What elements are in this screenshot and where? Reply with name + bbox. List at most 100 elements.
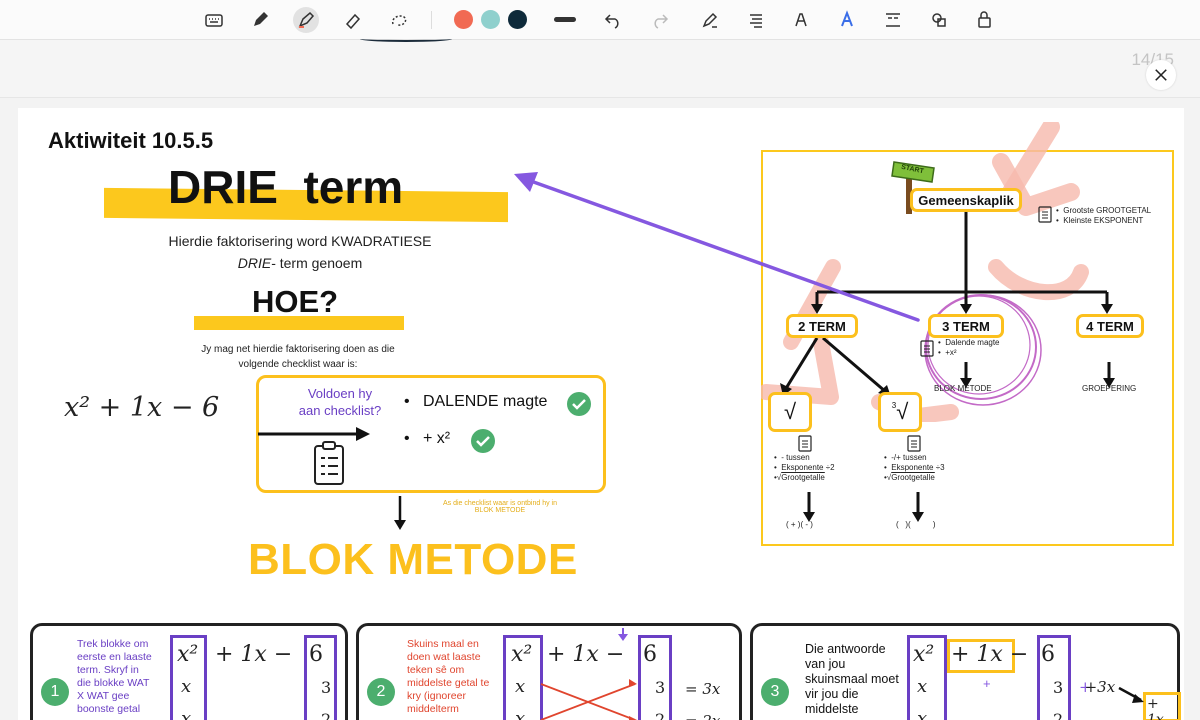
clipboard-icon [920, 340, 934, 357]
math-x: x [917, 676, 928, 697]
check-item-2: • + x² [404, 430, 451, 447]
three-term-note-2-text: +x² [945, 348, 957, 357]
checklist-intro: Jy mag net hierdie faktorisering doen as… [168, 342, 428, 372]
lock-icon[interactable] [972, 7, 998, 33]
note-line-1: As die checklist waar is ontbind hy in [443, 500, 557, 507]
color-swatch-navy[interactable] [508, 10, 527, 29]
check-item-1-text: DALENDE magte [422, 393, 548, 410]
math-plus-3x-text: +3x [1084, 678, 1116, 696]
math-x: x [515, 676, 526, 697]
clipboard-icon [907, 435, 921, 452]
intro-text: Hierdie faktorisering word KWADRATIESE D… [118, 230, 482, 274]
intro-emphasis: DRIE [237, 255, 272, 271]
math-x2: x² [913, 642, 935, 667]
math-2: 2 [655, 710, 666, 720]
three-term-result: BLOK METODE [934, 384, 992, 393]
intro-line-1: Hierdie faktorisering word KWADRATIESE [168, 233, 432, 249]
sqrt-cube-note-1-text: -/+ tussen [891, 453, 927, 462]
math-eq-3x: = 3x [685, 680, 721, 698]
math-x2: x² [511, 642, 533, 667]
math-middle: + 1x − [215, 642, 293, 667]
sqrt-cube-note-3: •√Grootgetalle [884, 473, 935, 482]
sqrt-square-note-3-text: Grootgetalle [781, 473, 825, 482]
color-swatch-coral[interactable] [454, 10, 473, 29]
pen-icon[interactable] [247, 7, 273, 33]
lasso-icon[interactable] [386, 7, 412, 33]
math-3: 3 [1053, 678, 1064, 697]
sqrt-square-result: ( + )( - ) [786, 520, 813, 529]
ink-stroke [360, 36, 452, 42]
redo-icon[interactable] [647, 7, 673, 33]
math-x: x [917, 708, 928, 720]
math-plus-3x: ++3x [1079, 678, 1116, 696]
math-x: x [515, 708, 526, 720]
sqrt-cube-result: ( )( ) [896, 520, 936, 529]
math-middle: + 1x − [951, 642, 1029, 667]
text-align-icon[interactable] [743, 7, 769, 33]
eraser-icon[interactable] [339, 7, 365, 33]
worksheet-page: Aktiwiteit 10.5.5 DRIE term Hierdie fakt… [18, 108, 1184, 720]
cross-multiply-arrows [540, 679, 637, 720]
three-term-note-1: • Dalende magte [938, 338, 1000, 347]
sqrt-square-note-1: • - tussen [774, 453, 810, 462]
sqrt-cube-note-1: • -/+ tussen [884, 453, 927, 462]
node-4-term: 4 TERM [1076, 314, 1144, 338]
close-button[interactable] [1146, 60, 1176, 90]
checklist-intro-line-2: volgende checklist waar is: [238, 359, 358, 370]
math-middle: + 1x − [547, 642, 625, 667]
check-item-1: • DALENDE magte [404, 393, 548, 410]
sqrt-square-note-1-text: - tussen [781, 453, 810, 462]
highlighter-icon[interactable] [293, 7, 319, 33]
arrow-icon [1118, 686, 1144, 703]
font-icon[interactable] [834, 7, 860, 33]
shapes-icon[interactable] [926, 7, 952, 33]
three-term-notes: • Dalende magte • +x² [938, 338, 1000, 358]
clipboard-icon [798, 435, 812, 452]
keyboard-icon[interactable] [201, 7, 227, 33]
step-text-3: Die antwoorde van jou skuinsmaal moet vi… [805, 642, 899, 716]
sqrt-cube-note-2: • Eksponente ÷3 [884, 463, 945, 472]
step-number-3: 3 [761, 678, 789, 706]
three-term-note-1-text: Dalende magte [945, 338, 1000, 347]
step-number-2: 2 [367, 678, 395, 706]
checklist-note: As die checklist waar is ontbind hy in B… [410, 500, 590, 514]
annotation-arrow [514, 172, 920, 322]
stroke-width-icon[interactable] [554, 17, 576, 22]
checklist-question: Voldoen hy aan checklist? [280, 385, 400, 419]
intro-line-2: DRIE- term genoem [118, 252, 482, 274]
step-card-2: 2 Skuins maal en doen wat laaste teken s… [356, 623, 742, 720]
sqrt-box-square: √ [768, 392, 812, 432]
sqrt-square-notes: • - tussen • Eksponente ÷2 •√Grootgetall… [774, 453, 835, 483]
activity-title: Aktiwiteit 10.5.5 [48, 128, 214, 153]
math-x: x [181, 708, 192, 720]
close-icon [1155, 69, 1167, 81]
text-format-icon[interactable] [880, 7, 906, 33]
intro-rest: - term genoem [271, 255, 363, 271]
blok-metode-title: BLOK METODE [248, 535, 578, 584]
math-3: 3 [321, 678, 332, 697]
expression: x² + 1x − 6 [64, 392, 220, 423]
hoe-heading: HOE? [252, 284, 339, 319]
arrow-down-icon [394, 496, 406, 530]
toolbar-divider [431, 11, 432, 29]
math-6: 6 [309, 642, 323, 667]
math-3: 3 [655, 678, 666, 697]
math-plus-1x: + 1x [1147, 696, 1164, 720]
page-header-strip [0, 40, 1200, 98]
math-x: x [181, 676, 192, 697]
checklist-question-line-1: Voldoen hy [307, 386, 373, 401]
checklist-question-line-2: aan checklist? [298, 403, 382, 418]
main-heading: DRIE term [168, 161, 404, 213]
check-icon [567, 392, 591, 416]
node-3-term: 3 TERM [928, 314, 1004, 338]
text-style-icon[interactable] [788, 7, 814, 33]
step-card-1: 1 Trek blokke om eerste en laaste term. … [30, 623, 348, 720]
undo-icon[interactable] [600, 7, 626, 33]
pen-settings-icon[interactable] [697, 7, 723, 33]
math-6: 6 [1041, 642, 1055, 667]
sqrt-box-cube: 3 √ [878, 392, 922, 432]
color-swatch-teal[interactable] [481, 10, 500, 29]
step-card-3: 3 Die antwoorde van jou skuinsmaal moet … [750, 623, 1181, 720]
sqrt-square-note-2: • Eksponente ÷2 [774, 463, 835, 472]
sqrt-square-note-3: •√Grootgetalle [774, 473, 825, 482]
